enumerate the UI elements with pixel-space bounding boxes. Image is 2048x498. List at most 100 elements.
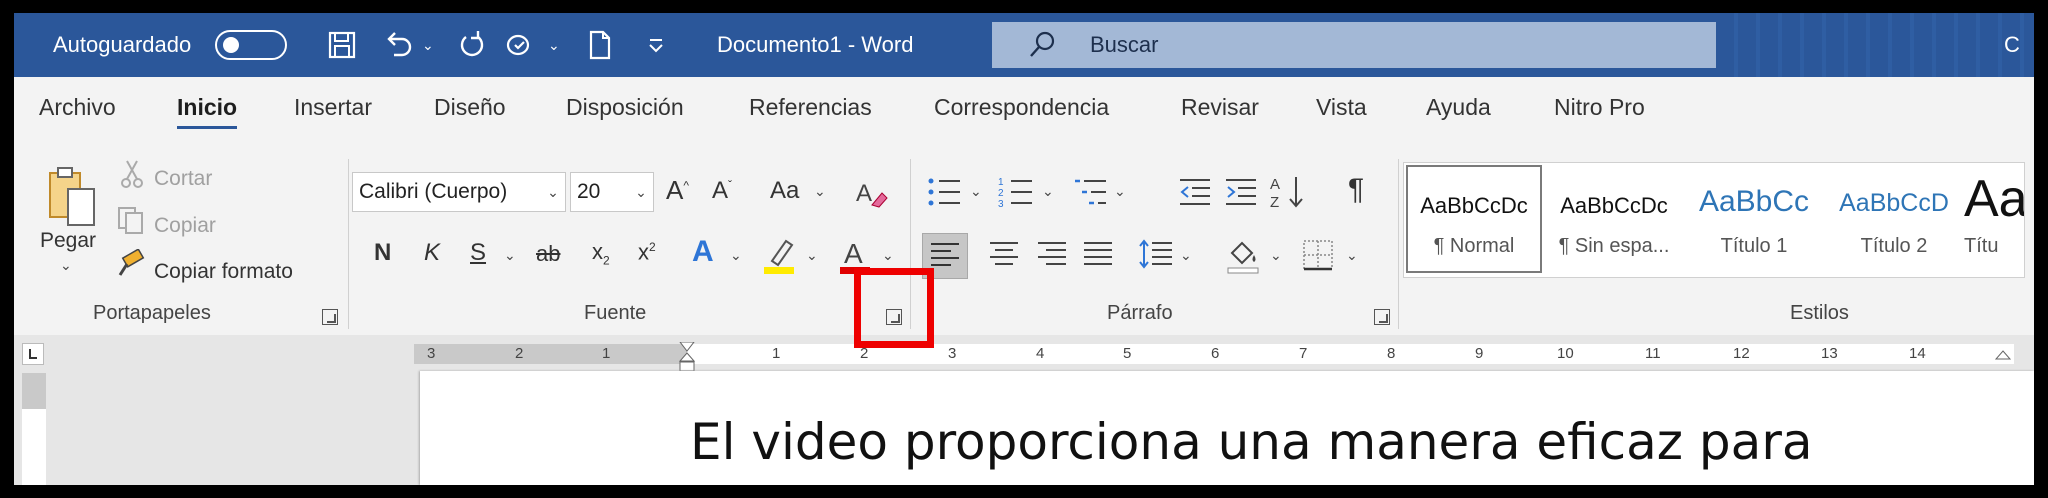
underline-dropdown-icon[interactable]: ⌄: [504, 247, 516, 264]
text-effects-button[interactable]: A: [692, 237, 714, 267]
highlight-color-icon[interactable]: [762, 235, 796, 275]
show-formatting-marks-icon[interactable]: ¶: [1348, 175, 1364, 205]
tab-disposicion[interactable]: Disposición: [566, 77, 684, 137]
group-label-estilos: Estilos: [1790, 302, 1849, 324]
user-account[interactable]: C: [2004, 13, 2020, 77]
clipboard-dialog-launcher-icon[interactable]: [322, 309, 338, 325]
numbering-icon[interactable]: 1 2 3: [998, 175, 1038, 209]
clear-formatting-icon[interactable]: A: [852, 175, 888, 211]
ruler-number: 1: [602, 345, 611, 362]
tab-insertar[interactable]: Insertar: [294, 77, 372, 137]
borders-dropdown-icon[interactable]: ⌄: [1346, 247, 1358, 264]
new-document-icon[interactable]: [582, 27, 618, 63]
style-sin-espaciado[interactable]: AaBbCcDc ¶ Sin espa...: [1544, 163, 1684, 275]
style-preview: Aa: [1964, 170, 2024, 228]
italic-button[interactable]: K: [424, 241, 440, 265]
tab-correspondencia[interactable]: Correspondencia: [934, 77, 1109, 137]
indent-marker-icon[interactable]: [678, 342, 696, 372]
multilevel-list-icon[interactable]: [1072, 175, 1112, 209]
tab-archivo[interactable]: Archivo: [39, 77, 116, 137]
tab-nitro-pro[interactable]: Nitro Pro: [1554, 77, 1645, 137]
numbering-dropdown-icon[interactable]: ⌄: [1042, 183, 1054, 200]
underline-button[interactable]: S: [470, 241, 486, 265]
ruler-number: 9: [1475, 345, 1484, 362]
horizontal-ruler[interactable]: 3 2 1 1 2 3 4 5 6 7 8 9 10 11 12 13 14: [414, 342, 2014, 372]
bullets-icon[interactable]: [926, 175, 966, 209]
ruler-number: 13: [1821, 345, 1838, 362]
cut-button[interactable]: Cortar: [154, 167, 212, 191]
subscript-button[interactable]: x2: [592, 241, 610, 267]
autosave-toggle[interactable]: [215, 30, 287, 60]
borders-icon[interactable]: [1300, 237, 1336, 273]
font-name-combo[interactable]: Calibri (Cuerpo) ⌄: [352, 172, 566, 212]
shading-dropdown-icon[interactable]: ⌄: [1270, 247, 1282, 264]
ruler-number: 10: [1557, 345, 1574, 362]
grow-font-button[interactable]: A^: [666, 177, 689, 203]
paste-icon[interactable]: [42, 163, 102, 233]
tab-inicio[interactable]: Inicio: [177, 77, 238, 137]
style-titulo[interactable]: Aa Títu: [1964, 163, 2024, 275]
document-page[interactable]: El video proporciona una manera eficaz p…: [420, 371, 2034, 485]
undo-icon[interactable]: [380, 27, 416, 63]
document-text[interactable]: El video proporciona una manera eficaz p…: [690, 413, 1813, 471]
justify-icon[interactable]: [1080, 237, 1116, 273]
align-right-icon[interactable]: [1034, 237, 1070, 273]
tab-revisar[interactable]: Revisar: [1181, 77, 1259, 137]
redo-icon[interactable]: [454, 27, 490, 63]
strikethrough-button[interactable]: ab: [536, 243, 560, 265]
vertical-ruler[interactable]: [22, 373, 46, 485]
change-case-button[interactable]: Aa: [770, 179, 799, 203]
right-indent-marker-icon[interactable]: [1994, 350, 2012, 364]
text-effects-dropdown-icon[interactable]: ⌄: [730, 247, 742, 264]
autosave-label: Autoguardado: [53, 32, 192, 57]
ruler-area: 3 2 1 1 2 3 4 5 6 7 8 9 10 11 12 13 14: [14, 335, 2034, 373]
style-titulo-2[interactable]: AaBbCcD Título 2: [1824, 163, 1964, 275]
search-input[interactable]: Buscar: [992, 22, 1716, 68]
undo-dropdown-icon[interactable]: ⌄: [422, 13, 434, 77]
ruler-number: 4: [1036, 345, 1045, 362]
superscript-button[interactable]: x2: [638, 241, 656, 263]
touch-mode-icon[interactable]: [502, 27, 538, 63]
shrink-font-button[interactable]: Aˇ: [712, 179, 732, 203]
font-color-dropdown-icon[interactable]: ⌄: [882, 247, 894, 264]
styles-gallery: AaBbCcDc ¶ Normal AaBbCcDc ¶ Sin espa...…: [1403, 162, 2025, 278]
customize-toolbar-icon[interactable]: [638, 27, 674, 63]
line-spacing-icon[interactable]: [1138, 237, 1174, 273]
search-icon: [1030, 31, 1055, 57]
font-size-combo[interactable]: 20 ⌄: [570, 172, 654, 212]
decrease-indent-icon[interactable]: [1178, 177, 1212, 207]
bullets-dropdown-icon[interactable]: ⌄: [970, 183, 982, 200]
bold-button[interactable]: N: [374, 241, 391, 265]
ruler-number: 11: [1645, 345, 1661, 362]
svg-text:3: 3: [998, 199, 1004, 209]
style-name: ¶ Sin espa...: [1558, 235, 1670, 257]
document-title: Documento1 - Word: [717, 32, 914, 57]
format-painter-button[interactable]: Copiar formato: [154, 260, 293, 284]
multilevel-dropdown-icon[interactable]: ⌄: [1114, 183, 1126, 200]
line-spacing-dropdown-icon[interactable]: ⌄: [1180, 247, 1192, 264]
tab-ayuda[interactable]: Ayuda: [1426, 77, 1491, 137]
ruler-number: 14: [1909, 345, 1926, 362]
svg-text:A: A: [1270, 176, 1280, 193]
paste-dropdown-icon[interactable]: ⌄: [60, 257, 72, 274]
sort-icon[interactable]: A Z: [1270, 173, 1306, 211]
tab-diseno[interactable]: Diseño: [434, 77, 506, 137]
highlight-dropdown-icon[interactable]: ⌄: [806, 247, 818, 264]
paragraph-dialog-launcher-icon[interactable]: [1374, 309, 1390, 325]
save-icon[interactable]: [324, 27, 360, 63]
shading-icon[interactable]: [1226, 235, 1262, 275]
tab-stop-selector[interactable]: [22, 343, 44, 365]
increase-indent-icon[interactable]: [1224, 177, 1258, 207]
tab-vista[interactable]: Vista: [1316, 77, 1367, 137]
tab-referencias[interactable]: Referencias: [749, 77, 872, 137]
ruler-number: 2: [515, 345, 524, 362]
copy-button[interactable]: Copiar: [154, 214, 216, 238]
paste-button-label[interactable]: Pegar: [40, 229, 96, 253]
touch-mode-dropdown-icon[interactable]: ⌄: [548, 13, 560, 77]
style-titulo-1[interactable]: AaBbCc Título 1: [1684, 163, 1824, 275]
cut-icon: [121, 160, 143, 188]
align-center-icon[interactable]: [986, 237, 1022, 273]
change-case-dropdown-icon[interactable]: ⌄: [814, 183, 826, 200]
style-normal[interactable]: AaBbCcDc ¶ Normal: [1404, 163, 1544, 275]
font-size-value: 20: [577, 180, 601, 203]
